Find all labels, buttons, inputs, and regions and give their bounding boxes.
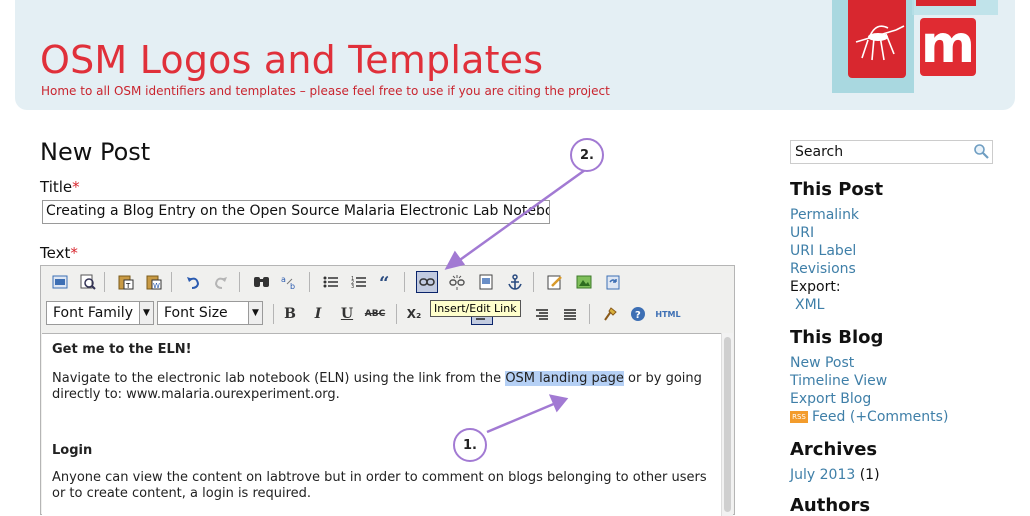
comments-feed-link[interactable]: (+Comments): [850, 409, 949, 425]
revisions-link[interactable]: Revisions: [790, 261, 856, 277]
new-post-link[interactable]: New Post: [790, 355, 854, 371]
arrow-1-head: [548, 394, 569, 413]
annotation-marker-1: 1.: [453, 428, 487, 462]
permalink-link[interactable]: Permalink: [790, 207, 859, 223]
search-value: Search: [795, 144, 844, 160]
arrow-1-line: [486, 401, 557, 434]
rss-icon[interactable]: RSS: [790, 411, 808, 423]
uri-label-link[interactable]: URI Label: [790, 243, 856, 259]
feed-link[interactable]: Feed: [812, 409, 845, 425]
feed-row: RSS Feed (+Comments): [790, 409, 948, 425]
archive-count: (1): [859, 467, 880, 483]
xml-link[interactable]: XML: [795, 297, 824, 313]
annotation-marker-2: 2.: [570, 138, 604, 172]
this-blog-heading: This Blog: [790, 327, 884, 348]
this-post-heading: This Post: [790, 179, 884, 200]
arrow-2-head: [444, 250, 466, 270]
export-blog-link[interactable]: Export Blog: [790, 391, 871, 407]
annotation-arrows: [444, 168, 586, 434]
timeline-view-link[interactable]: Timeline View: [790, 373, 887, 389]
uri-link[interactable]: URI: [790, 225, 814, 241]
archives-heading: Archives: [790, 439, 878, 460]
arrow-2-line: [456, 168, 586, 264]
export-label: Export:: [790, 279, 841, 295]
archive-month-link[interactable]: July 2013: [790, 467, 855, 483]
archive-item: July 2013 (1): [790, 467, 880, 483]
search-icon[interactable]: [973, 143, 989, 163]
search-input[interactable]: Search: [790, 140, 993, 164]
authors-heading: Authors: [790, 495, 871, 516]
